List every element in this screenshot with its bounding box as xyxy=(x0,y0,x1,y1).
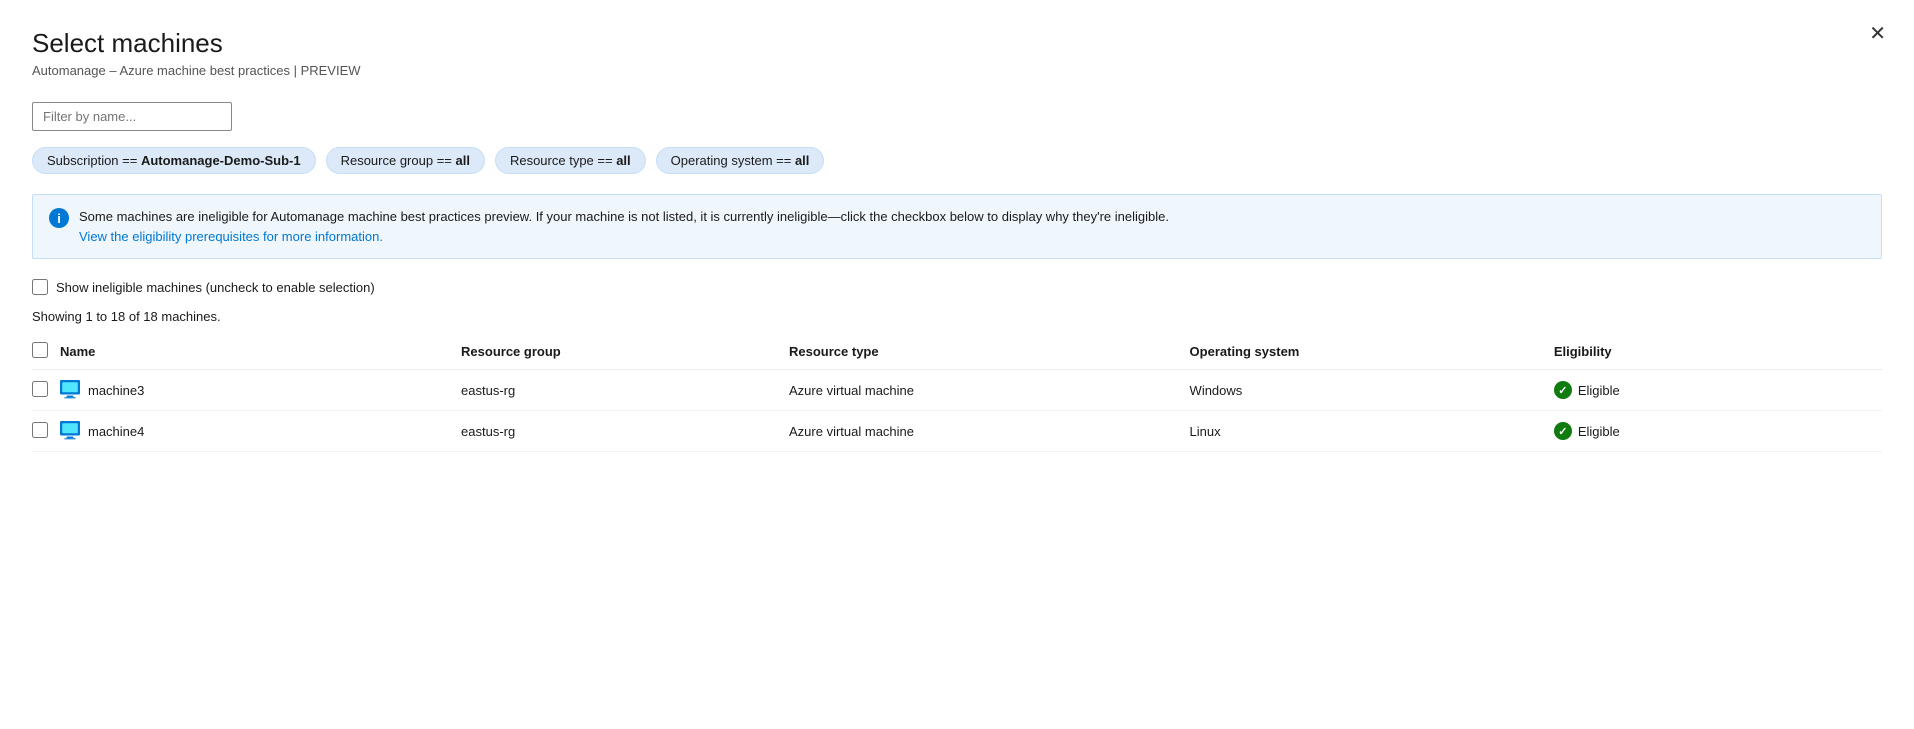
col-header-resource-group: Resource group xyxy=(461,334,789,370)
row-checkbox-cell xyxy=(32,370,60,411)
page-title: Select machines xyxy=(32,28,1882,59)
resource-type-filter-pill[interactable]: Resource type == all xyxy=(495,147,646,174)
operating-system-filter-pill[interactable]: Operating system == all xyxy=(656,147,825,174)
row-select-checkbox[interactable] xyxy=(32,381,48,397)
ineligible-machines-row: Show ineligible machines (uncheck to ena… xyxy=(32,279,1882,295)
resource-type-cell: Azure virtual machine xyxy=(789,411,1190,452)
vm-icon xyxy=(60,421,80,441)
machine-name-cell: machine4 xyxy=(60,411,461,452)
resource-type-cell: Azure virtual machine xyxy=(789,370,1190,411)
resource-group-value: all xyxy=(455,153,469,168)
resource-group-cell: eastus-rg xyxy=(461,411,789,452)
eligibility-cell: ✓ Eligible xyxy=(1554,411,1882,452)
resource-group-cell: eastus-rg xyxy=(461,370,789,411)
machine-name: machine4 xyxy=(88,424,144,439)
select-all-checkbox[interactable] xyxy=(32,342,48,358)
select-all-header xyxy=(32,334,60,370)
table-row: machine4 eastus-rgAzure virtual machineL… xyxy=(32,411,1882,452)
subscription-value: Automanage-Demo-Sub-1 xyxy=(141,153,301,168)
showing-count-text: Showing 1 to 18 of 18 machines. xyxy=(32,309,1882,324)
show-ineligible-label: Show ineligible machines (uncheck to ena… xyxy=(56,280,375,295)
col-header-operating-system: Operating system xyxy=(1190,334,1554,370)
vm-icon xyxy=(60,380,80,400)
machine-name: machine3 xyxy=(88,383,144,398)
eligibility-label: Eligible xyxy=(1578,424,1620,439)
row-select-checkbox[interactable] xyxy=(32,422,48,438)
col-header-name: Name xyxy=(60,334,461,370)
operating-system-value: all xyxy=(795,153,809,168)
machine-name-cell: machine3 xyxy=(60,370,461,411)
resource-type-value: all xyxy=(616,153,630,168)
eligible-icon: ✓ xyxy=(1554,381,1572,399)
info-banner: i Some machines are ineligible for Autom… xyxy=(32,194,1882,259)
operating-system-cell: Windows xyxy=(1190,370,1554,411)
filter-pills: Subscription == Automanage-Demo-Sub-1 Re… xyxy=(32,147,1882,174)
close-button[interactable]: ✕ xyxy=(1869,24,1886,44)
row-checkbox-cell xyxy=(32,411,60,452)
info-banner-text: Some machines are ineligible for Automan… xyxy=(79,207,1169,246)
col-header-resource-type: Resource type xyxy=(789,334,1190,370)
filter-by-name-input[interactable] xyxy=(32,102,232,131)
eligibility-cell: ✓ Eligible xyxy=(1554,370,1882,411)
eligible-icon: ✓ xyxy=(1554,422,1572,440)
eligibility-prereq-link[interactable]: View the eligibility prerequisites for m… xyxy=(79,229,383,244)
col-header-eligibility: Eligibility xyxy=(1554,334,1882,370)
page-subtitle: Automanage – Azure machine best practice… xyxy=(32,63,1882,78)
show-ineligible-checkbox[interactable] xyxy=(32,279,48,295)
operating-system-cell: Linux xyxy=(1190,411,1554,452)
table-header-row: Name Resource group Resource type Operat… xyxy=(32,334,1882,370)
info-icon: i xyxy=(49,208,69,228)
machines-table: Name Resource group Resource type Operat… xyxy=(32,334,1882,452)
eligibility-label: Eligible xyxy=(1578,383,1620,398)
subscription-filter-pill[interactable]: Subscription == Automanage-Demo-Sub-1 xyxy=(32,147,316,174)
table-row: machine3 eastus-rgAzure virtual machineW… xyxy=(32,370,1882,411)
resource-group-filter-pill[interactable]: Resource group == all xyxy=(326,147,485,174)
